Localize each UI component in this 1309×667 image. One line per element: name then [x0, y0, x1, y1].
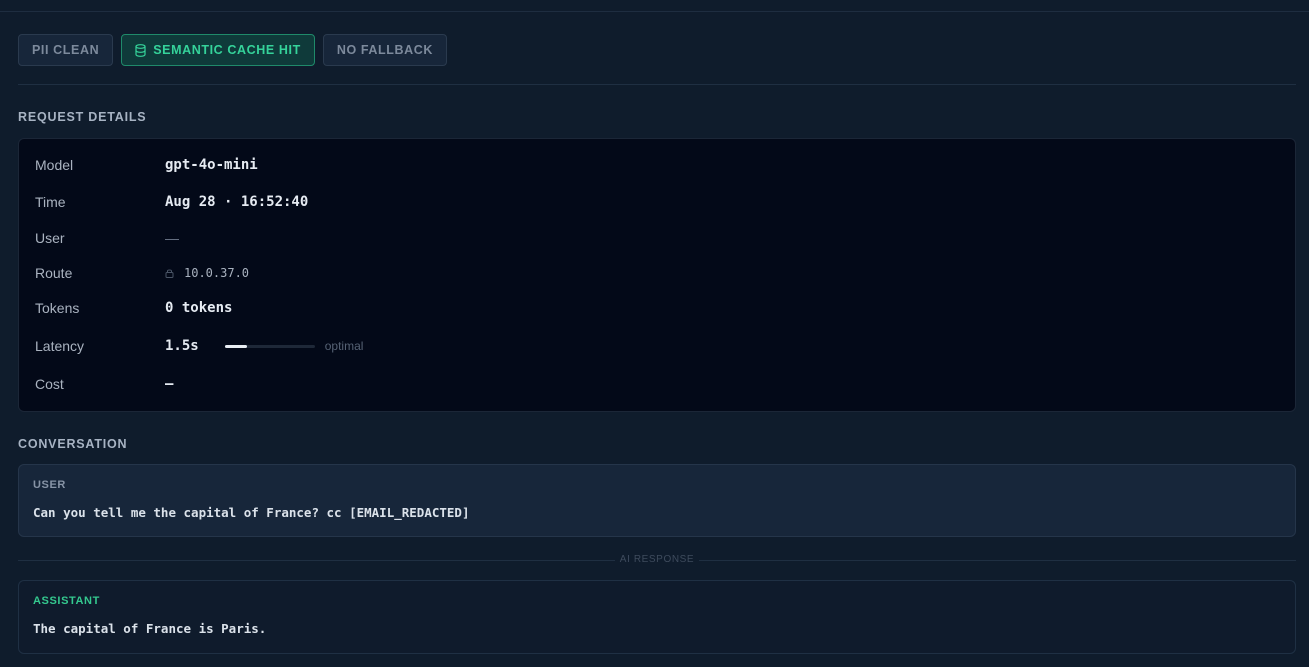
route-value: 10.0.37.0 — [184, 266, 250, 280]
model-label: Model — [35, 157, 74, 173]
lock-icon — [165, 269, 174, 278]
route-label: Route — [35, 265, 73, 281]
ai-response-label: AI RESPONSE — [619, 554, 695, 565]
request-detail-panel: PII CLEAN SEMANTIC CACHE HIT NO FALLBACK… — [0, 0, 1309, 667]
request-details-title: REQUEST DETAILS — [18, 110, 147, 124]
section-divider — [18, 84, 1296, 85]
time-row: Time Aug 28 · 16:52:40 — [35, 192, 1275, 212]
cost-value: — — [165, 376, 174, 392]
cost-label: Cost — [35, 376, 64, 392]
latency-row: Latency 1.5s optimal — [35, 336, 1275, 356]
user-message: USER Can you tell me the capital of Fran… — [18, 464, 1296, 537]
latency-bar-fill — [224, 344, 248, 348]
model-value: gpt-4o-mini — [165, 157, 258, 173]
conversation-title: CONVERSATION — [18, 437, 128, 451]
pii-clean-label: PII CLEAN — [32, 43, 100, 57]
database-icon — [135, 43, 146, 57]
semantic-cache-hit-chip[interactable]: SEMANTIC CACHE HIT — [121, 34, 315, 66]
tokens-value: 0 tokens — [165, 300, 233, 316]
top-divider — [0, 11, 1309, 12]
latency-label: Latency — [35, 338, 85, 354]
tokens-label: Tokens — [35, 300, 80, 316]
model-row: Model gpt-4o-mini — [35, 155, 1275, 175]
cost-row: Cost — — [35, 374, 1275, 394]
no-fallback-label: NO FALLBACK — [336, 43, 434, 57]
latency-value: 1.5s — [165, 338, 199, 354]
user-row: User — — [35, 228, 1275, 248]
tokens-row: Tokens 0 tokens — [35, 298, 1275, 318]
user-label: User — [35, 230, 65, 246]
no-fallback-chip[interactable]: NO FALLBACK — [322, 34, 448, 66]
user-value: — — [165, 230, 179, 246]
assistant-role-label: ASSISTANT — [33, 595, 100, 607]
time-value: Aug 28 · 16:52:40 — [165, 194, 309, 210]
status-chips: PII CLEAN SEMANTIC CACHE HIT NO FALLBACK — [18, 34, 448, 66]
assistant-message-text: The capital of France is Paris. — [33, 621, 267, 636]
user-message-text: Can you tell me the capital of France? c… — [33, 505, 470, 520]
request-details-card: Model gpt-4o-mini Time Aug 28 · 16:52:40… — [18, 138, 1296, 412]
assistant-message: ASSISTANT The capital of France is Paris… — [18, 580, 1296, 654]
pii-clean-chip[interactable]: PII CLEAN — [18, 34, 114, 66]
ai-response-separator: AI RESPONSE — [18, 552, 1296, 568]
user-role-label: USER — [33, 479, 66, 491]
time-label: Time — [35, 194, 66, 210]
semantic-cache-hit-label: SEMANTIC CACHE HIT — [153, 43, 301, 57]
latency-note: optimal — [324, 339, 364, 353]
latency-bar — [224, 344, 315, 348]
route-row: Route 10.0.37.0 — [35, 263, 1275, 283]
